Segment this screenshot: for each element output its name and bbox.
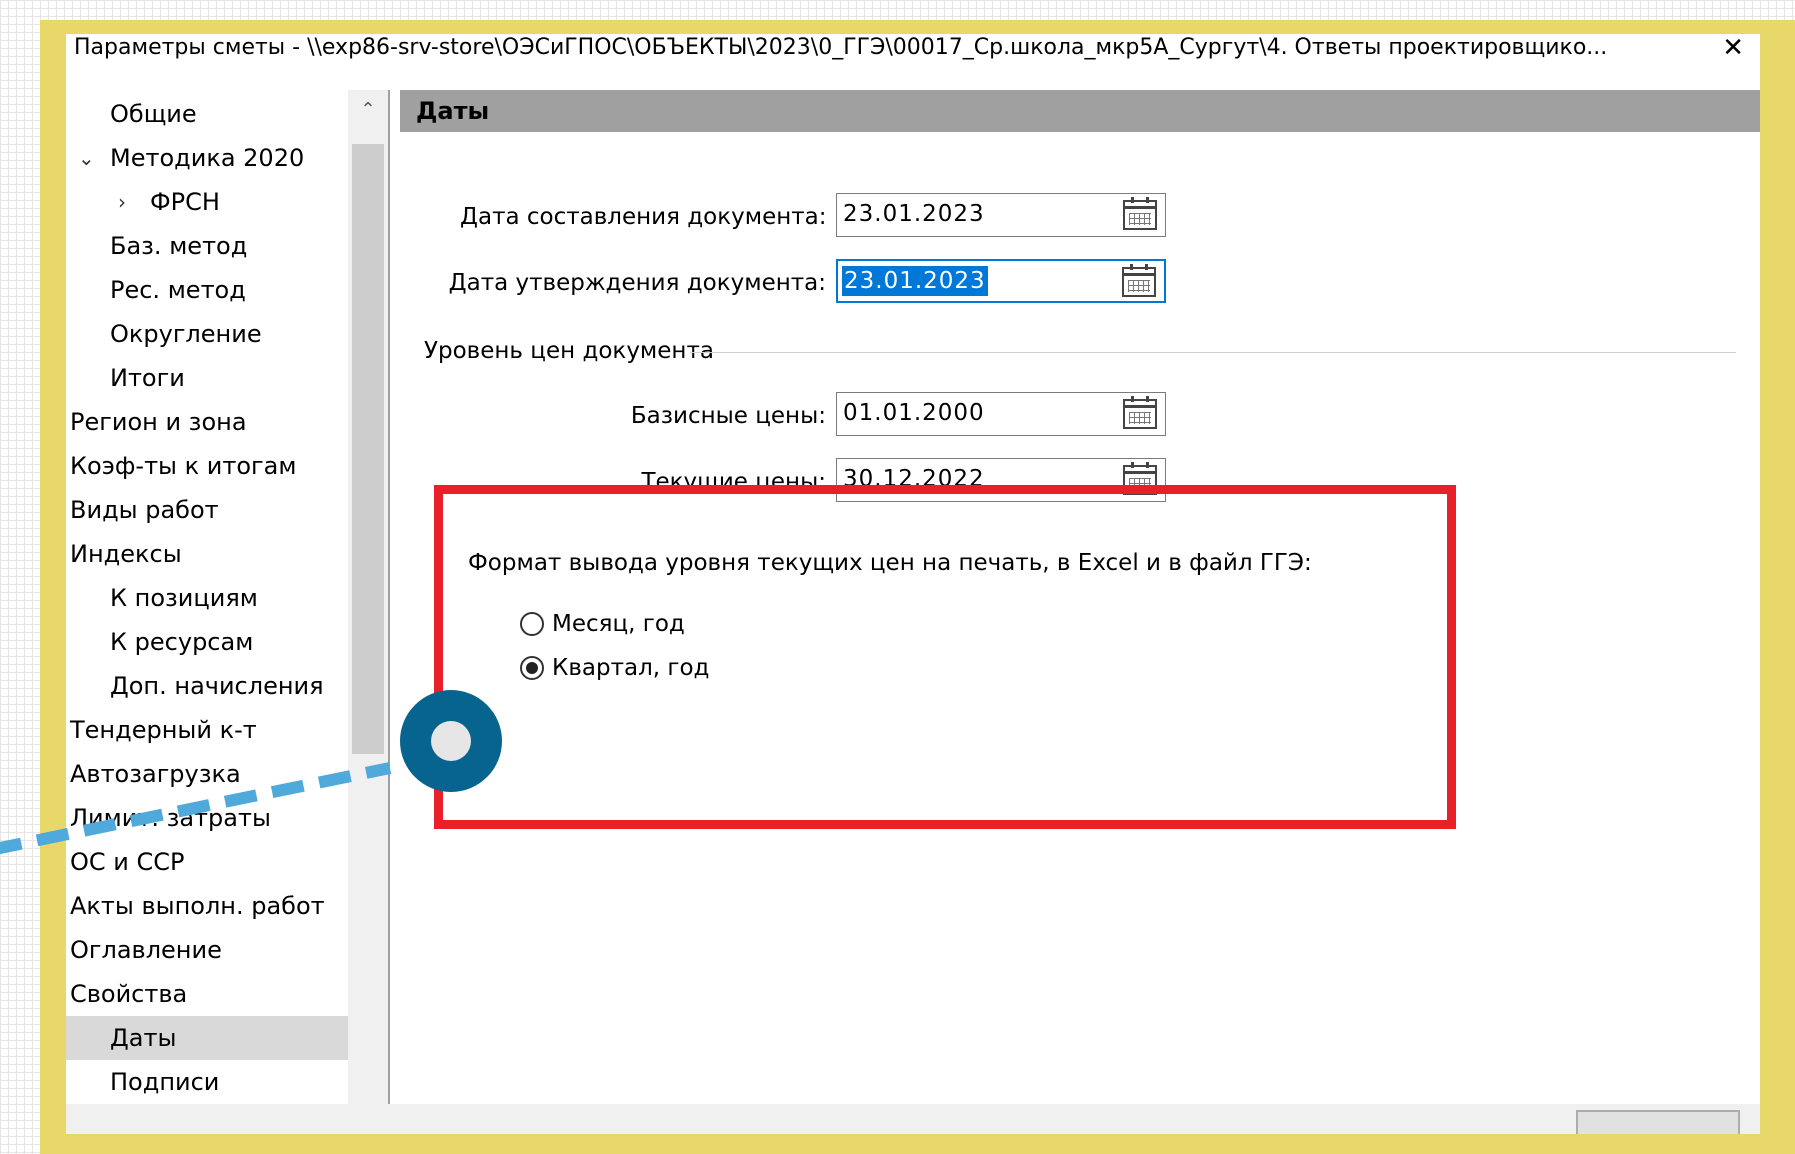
base-prices-value: 01.01.2000 [843, 400, 985, 426]
sidebar-item[interactable]: Округление [66, 312, 348, 356]
sidebar-item-label: Акты выполн. работ [70, 892, 325, 920]
sidebar-item[interactable]: Индексы [66, 532, 348, 576]
sidebar-item[interactable]: Регион и зона [66, 400, 348, 444]
annotation-marker [400, 690, 502, 792]
sidebar-item[interactable]: К позициям [66, 576, 348, 620]
sidebar-item-label: Регион и зона [70, 408, 247, 436]
sidebar-item-label: К позициям [110, 584, 258, 612]
close-icon[interactable]: ✕ [1722, 34, 1744, 66]
sidebar-item-label: ФРСН [150, 188, 220, 216]
doc-date-value: 23.01.2023 [843, 201, 985, 227]
calendar-icon[interactable] [1123, 396, 1157, 429]
calendar-icon[interactable] [1123, 197, 1157, 230]
sidebar-item[interactable]: Акты выполн. работ [66, 884, 348, 928]
sidebar-item-label: Оглавление [70, 936, 222, 964]
sidebar-item-label: Даты [110, 1024, 177, 1052]
doc-date-label: Дата составления документа: [460, 204, 827, 230]
approve-date-field[interactable]: 23.01.2023 [836, 259, 1166, 303]
chevron-down-icon[interactable]: ⌄ [78, 136, 95, 180]
title-bar: Параметры сметы - \\exp86-srv-store\ОЭСи… [66, 34, 1760, 70]
sidebar-item[interactable]: Оглавление [66, 928, 348, 972]
sidebar-item[interactable]: Общие [66, 92, 348, 136]
sidebar-divider [388, 90, 390, 1134]
sidebar-item[interactable]: К ресурсам [66, 620, 348, 664]
sidebar-item[interactable]: ⌄ Методика 2020 [66, 136, 348, 180]
sidebar-item[interactable]: Виды работ [66, 488, 348, 532]
footer-button[interactable] [1576, 1110, 1740, 1134]
sidebar-item-label: Итоги [110, 364, 185, 392]
sidebar-item-label: Индексы [70, 540, 182, 568]
doc-date-field[interactable]: 23.01.2023 [836, 193, 1166, 237]
calendar-icon[interactable] [1122, 264, 1156, 297]
sidebar-item-label: Доп. начисления [110, 672, 324, 700]
sidebar-item-label: К ресурсам [110, 628, 254, 656]
sidebar-item[interactable]: Коэф-ты к итогам [66, 444, 348, 488]
highlight-box [434, 485, 1456, 829]
sidebar-item-label: Коэф-ты к итогам [70, 452, 297, 480]
sidebar-item[interactable]: Рес. метод [66, 268, 348, 312]
approve-date-value: 23.01.2023 [842, 266, 988, 296]
scroll-up-icon[interactable]: ⌃ [348, 90, 388, 130]
base-prices-label: Базисные цены: [630, 403, 826, 429]
annotation-dashed-line [0, 762, 392, 855]
window-title: Параметры сметы - \\exp86-srv-store\ОЭСи… [74, 35, 1608, 60]
sidebar-item-label: Баз. метод [110, 232, 248, 260]
section-title: Даты [400, 90, 1760, 132]
sidebar-item-label: Общие [110, 100, 197, 128]
approve-date-label: Дата утверждения документа: [448, 270, 826, 296]
scroll-thumb[interactable] [352, 144, 384, 754]
sidebar-item-label: Рес. метод [110, 276, 246, 304]
sidebar-item[interactable]: Доп. начисления [66, 664, 348, 708]
sidebar-tree: Общие ⌄ Методика 2020 › ФРСН Баз. метод Рес. м… [66, 90, 388, 1134]
sidebar-item-label: Виды работ [70, 496, 219, 524]
sidebar-item[interactable]: Итоги [66, 356, 348, 400]
group-divider [690, 352, 1736, 353]
dialog-footer [66, 1104, 1760, 1134]
sidebar-item-label: Подписи [110, 1068, 220, 1096]
sidebar-scrollbar[interactable]: ⌃ ⌄ [348, 90, 388, 1134]
sidebar-item[interactable]: Свойства [66, 972, 348, 1016]
base-prices-field[interactable]: 01.01.2000 [836, 392, 1166, 436]
sidebar-item-label: Методика 2020 [110, 144, 305, 172]
sidebar-item[interactable]: Подписи [66, 1060, 348, 1104]
price-level-group-title: Уровень цен документа [424, 338, 714, 364]
sidebar-item-label: Округление [110, 320, 262, 348]
sidebar-item[interactable]: › ФРСН [66, 180, 348, 224]
sidebar-item[interactable]: Даты [66, 1016, 348, 1060]
chevron-right-icon[interactable]: › [118, 180, 126, 224]
sidebar-item-label: Свойства [70, 980, 188, 1008]
sidebar-item[interactable]: Баз. метод [66, 224, 348, 268]
